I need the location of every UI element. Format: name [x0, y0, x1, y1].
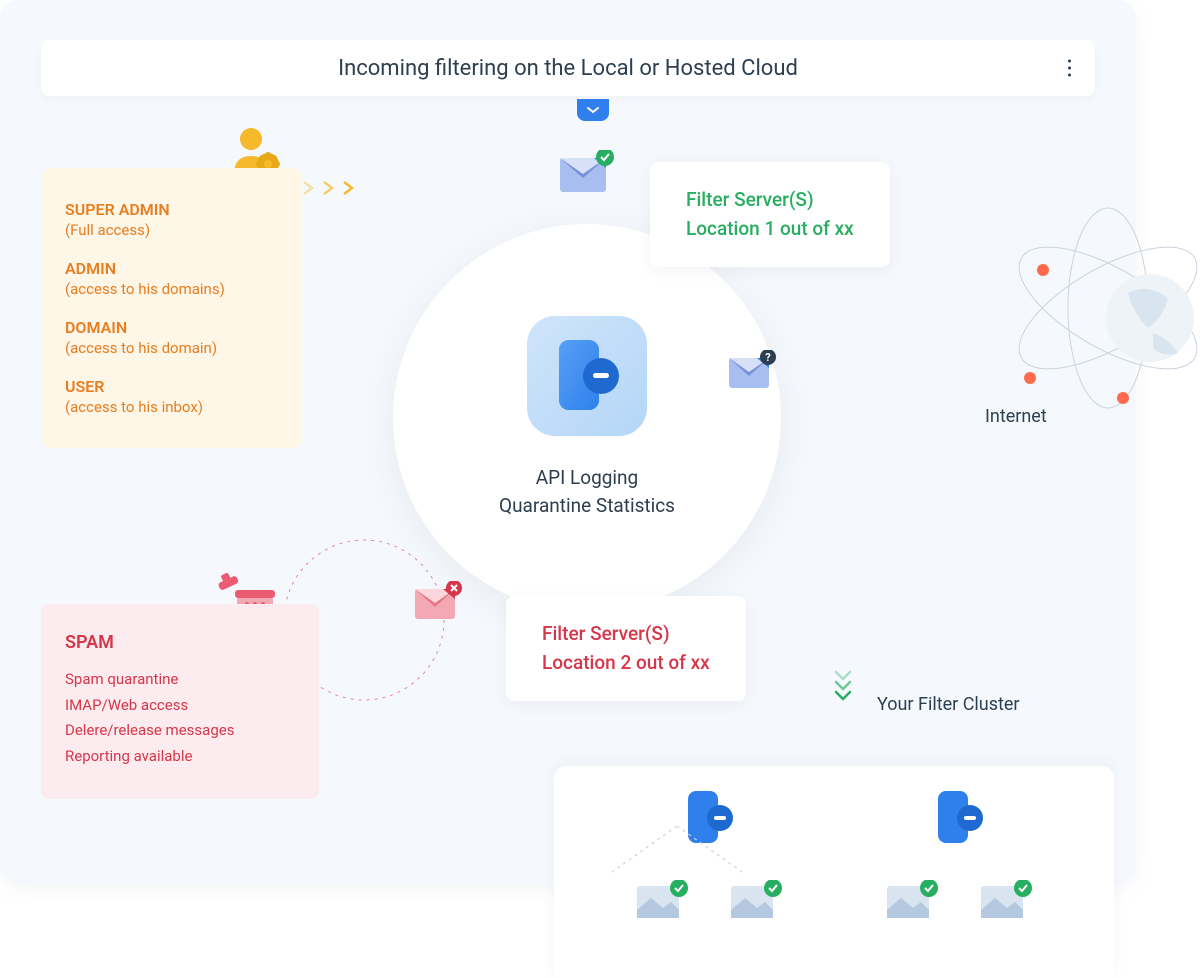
filter-title: Filter Server(S)Location 1 out of xx [686, 186, 854, 243]
cluster-label: Your Filter Cluster [877, 694, 1020, 715]
svg-text:?: ? [765, 351, 771, 364]
role-item: USER (access to his inbox) [65, 377, 277, 416]
diagram-canvas: Incoming filtering on the Local or Hoste… [0, 0, 1136, 886]
role-desc: (access to his domains) [65, 280, 277, 298]
flow-arrows-icon [302, 176, 362, 200]
filter-title: Filter Server(S)Location 2 out of xx [542, 620, 710, 677]
globe-icon [988, 198, 1200, 422]
page-title: Incoming filtering on the Local or Hoste… [338, 56, 798, 81]
chevron-down-icon [832, 674, 854, 704]
internet-label: Internet [985, 406, 1047, 427]
role-item: DOMAIN (access to his domain) [65, 318, 277, 357]
role-desc: (Full access) [65, 221, 277, 239]
center-hub: API Logging Quarantine Statistics [393, 224, 781, 612]
connector-lines-icon [554, 826, 800, 876]
role-item: ADMIN (access to his domains) [65, 259, 277, 298]
more-icon[interactable] [1068, 60, 1071, 77]
role-name: USER [65, 377, 277, 396]
filter-server-card-1: Filter Server(S)Location 1 out of xx [650, 162, 890, 267]
spam-item: IMAP/Web access [65, 693, 295, 719]
envelope-rejected-icon [413, 581, 463, 627]
expand-button[interactable] [577, 99, 609, 121]
image-ok-icon [979, 880, 1033, 924]
spam-title: SPAM [65, 632, 295, 653]
center-label-2: Quarantine Statistics [499, 492, 675, 521]
image-ok-icon [729, 880, 783, 924]
image-ok-icon [635, 880, 689, 924]
role-item: SUPER ADMIN (Full access) [65, 200, 277, 239]
spam-card: SPAM Spam quarantine IMAP/Web access Del… [41, 604, 319, 799]
cluster-node [836, 788, 1082, 924]
phone-chat-icon [527, 316, 647, 436]
spam-item: Delere/release messages [65, 718, 295, 744]
role-name: SUPER ADMIN [65, 200, 277, 219]
envelope-ok-icon [558, 150, 614, 200]
spam-item: Spam quarantine [65, 667, 295, 693]
role-name: ADMIN [65, 259, 277, 278]
phone-chat-icon [932, 788, 986, 848]
filter-server-card-2: Filter Server(S)Location 2 out of xx [506, 596, 746, 701]
cluster-panel [554, 766, 1114, 978]
image-ok-icon [885, 880, 939, 924]
header-bar: Incoming filtering on the Local or Hoste… [41, 40, 1095, 96]
roles-card: SUPER ADMIN (Full access) ADMIN (access … [41, 168, 301, 448]
role-desc: (access to his domain) [65, 339, 277, 357]
spam-item: Reporting available [65, 744, 295, 770]
role-name: DOMAIN [65, 318, 277, 337]
center-label-1: API Logging [536, 464, 638, 493]
envelope-question-icon: ? [727, 350, 777, 396]
role-desc: (access to his inbox) [65, 398, 277, 416]
